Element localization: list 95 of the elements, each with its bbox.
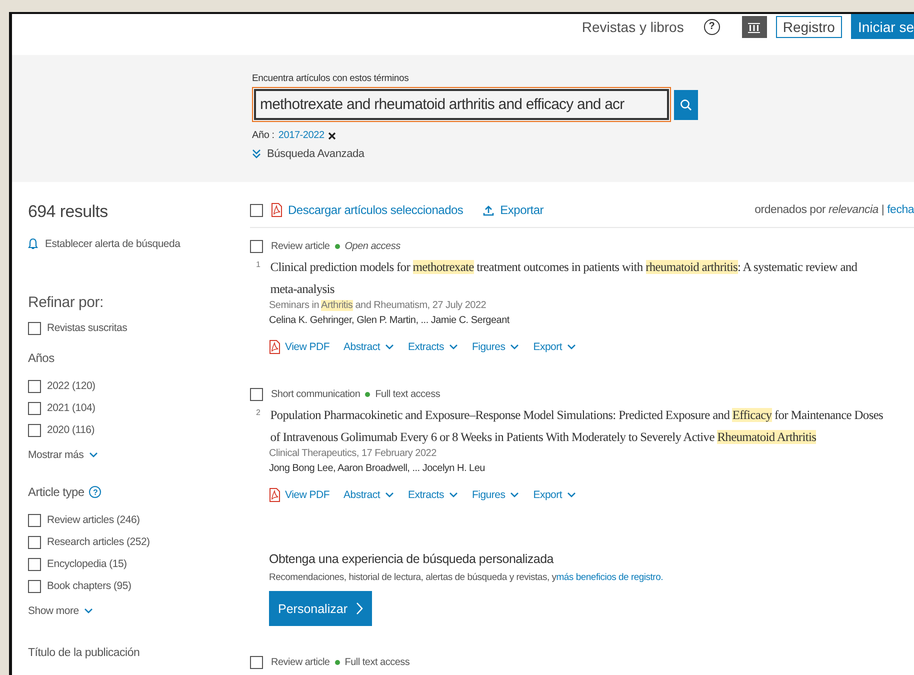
checkbox[interactable] xyxy=(28,424,41,436)
double-chevron-icon[interactable] xyxy=(252,149,261,159)
chevron-down-icon xyxy=(510,344,520,350)
checkbox[interactable] xyxy=(28,580,41,592)
chevron-down-icon xyxy=(385,492,394,498)
sign-in-button[interactable]: Iniciar se xyxy=(850,14,914,39)
chevron-down-icon xyxy=(510,492,520,498)
checkbox[interactable] xyxy=(250,388,263,401)
institution-icon xyxy=(748,20,760,32)
article-type: Review article xyxy=(271,657,330,668)
result-number: 1 xyxy=(256,259,260,271)
chevron-down-icon xyxy=(385,344,394,350)
search-field[interactable]: methotrexate and rheumatoid arthritis and efficacy and acr xyxy=(252,87,671,122)
access-dot xyxy=(365,392,370,397)
help-icon[interactable]: ? xyxy=(89,486,102,498)
help-icon[interactable]: ? xyxy=(704,18,720,34)
dropdown-link[interactable]: Abstract xyxy=(344,341,380,353)
nav-link[interactable]: Revistas y libros xyxy=(582,18,684,34)
checkbox[interactable] xyxy=(250,656,263,669)
pdf-icon xyxy=(269,340,280,354)
promo-text: Recomendaciones, historial de lectura, alertas de búsqueda y revistas, ymás beneficios de registro. xyxy=(269,572,664,583)
advanced-search-link[interactable]: Búsqueda Avanzada xyxy=(267,148,364,160)
filter-option[interactable]: 2021 (104) xyxy=(47,402,96,414)
checkbox[interactable] xyxy=(28,402,41,414)
checkbox[interactable] xyxy=(28,380,41,392)
filter-option[interactable]: 2022 (120) xyxy=(47,380,96,392)
article-authors: Celina K. Gehringer, Glen P. Martin, ... Jamie C. Sergeant xyxy=(269,315,511,326)
article-type: Short communication xyxy=(271,389,360,400)
search-label: Encuentra artículos con estos términos xyxy=(252,73,410,84)
filter-option[interactable]: Review articles (246) xyxy=(47,514,140,526)
personalize-button[interactable]: Personalizar xyxy=(269,591,372,626)
checkbox[interactable] xyxy=(28,322,41,334)
result-number: 2 xyxy=(256,407,260,419)
filter-option[interactable]: 2020 (116) xyxy=(47,424,95,436)
filter-option[interactable]: Revistas suscritas xyxy=(47,322,128,334)
benefits-link[interactable]: más beneficios de registro. xyxy=(556,572,664,583)
access-label: Full text access xyxy=(344,657,410,668)
article-title-link[interactable]: Clinical prediction models for methotrexate treatment outcomes in patients with rheumatoid arthritis: A systematic review and meta-analysis xyxy=(270,256,914,300)
search-alert-link[interactable]: Establecer alerta de búsqueda xyxy=(45,238,180,250)
export-link[interactable]: Exportar xyxy=(500,203,544,217)
filter-value[interactable]: 2017-2022 xyxy=(278,130,324,141)
dropdown-link[interactable]: Extracts xyxy=(408,489,444,501)
sort-date-link[interactable]: fecha xyxy=(887,204,914,216)
publication-title-heading: Título de la publicación xyxy=(28,647,141,659)
checkbox[interactable] xyxy=(28,558,41,570)
filter-option[interactable]: Research articles (252) xyxy=(47,536,150,548)
article-type: Review article xyxy=(271,241,330,252)
article-title-link[interactable]: Population Pharmacokinetic and Exposure–Response Model Simulations: Predicted Exposure and Efficacy for Maintenance Doses of Intravenous Golimumab Every 6 or 8 Weeks in Patients With Moderately to Severely Active Rheumatoid Arthritis xyxy=(270,404,914,448)
pdf-icon xyxy=(269,488,280,502)
institution-button[interactable] xyxy=(742,16,767,38)
bell-icon[interactable] xyxy=(28,238,38,250)
pdf-icon xyxy=(271,203,282,217)
dropdown-link[interactable]: Figures xyxy=(472,341,506,353)
view-pdf-link[interactable]: View PDF xyxy=(285,341,330,353)
chevron-down-icon xyxy=(567,344,576,350)
filter-option[interactable]: Encyclopedia (15) xyxy=(47,558,127,570)
checkbox[interactable] xyxy=(28,514,41,526)
chevron-right-icon xyxy=(356,602,364,615)
chevron-down-icon xyxy=(84,608,93,614)
dropdown-link[interactable]: Extracts xyxy=(408,341,444,353)
access-label: Full text access xyxy=(375,389,440,400)
dropdown-link[interactable]: Export xyxy=(533,341,562,353)
dropdown-link[interactable]: Abstract xyxy=(344,489,380,501)
chevron-down-icon xyxy=(567,492,576,498)
refine-heading: Refinar por: xyxy=(28,294,104,311)
sort-label: ordenados por relevancia | xyxy=(754,204,884,216)
checkbox[interactable] xyxy=(28,536,41,548)
article-source: Clinical Therapeutics, 17 February 2022 xyxy=(269,448,438,459)
chevron-down-icon xyxy=(88,452,98,458)
checkbox[interactable] xyxy=(250,204,263,216)
search-icon xyxy=(680,98,692,110)
chevron-down-icon xyxy=(448,492,458,498)
article-source: Seminars in Arthritis and Rheumatism, 27 July 2022 xyxy=(269,300,488,311)
years-heading: Años xyxy=(28,351,56,365)
view-pdf-link[interactable]: View PDF xyxy=(285,489,330,501)
upload-icon[interactable] xyxy=(483,204,494,216)
dropdown-link[interactable]: Figures xyxy=(472,489,506,501)
close-icon[interactable] xyxy=(328,132,336,140)
checkbox[interactable] xyxy=(250,240,263,253)
search-button[interactable] xyxy=(674,90,698,120)
access-label: Open access xyxy=(344,241,400,252)
dropdown-link[interactable]: Export xyxy=(533,489,562,501)
register-button[interactable]: Registro xyxy=(776,16,842,38)
article-authors: Jong Bong Lee, Aaron Broadwell, ... Jocelyn H. Leu xyxy=(269,463,486,474)
filter-label: Año : xyxy=(252,130,274,141)
filter-option[interactable]: Book chapters (95) xyxy=(47,580,132,592)
access-dot xyxy=(334,660,340,665)
show-more-link[interactable]: Mostrar más xyxy=(28,449,84,461)
access-dot xyxy=(334,244,340,249)
download-link[interactable]: Descargar artículos seleccionados xyxy=(288,203,464,217)
show-more-link[interactable]: Show more xyxy=(28,605,79,617)
article-type-heading: Article type xyxy=(28,485,84,499)
chevron-down-icon xyxy=(448,344,458,350)
results-count: 694 results xyxy=(28,202,109,222)
promo-title: Obtenga una experiencia de búsqueda personalizada xyxy=(269,552,555,566)
